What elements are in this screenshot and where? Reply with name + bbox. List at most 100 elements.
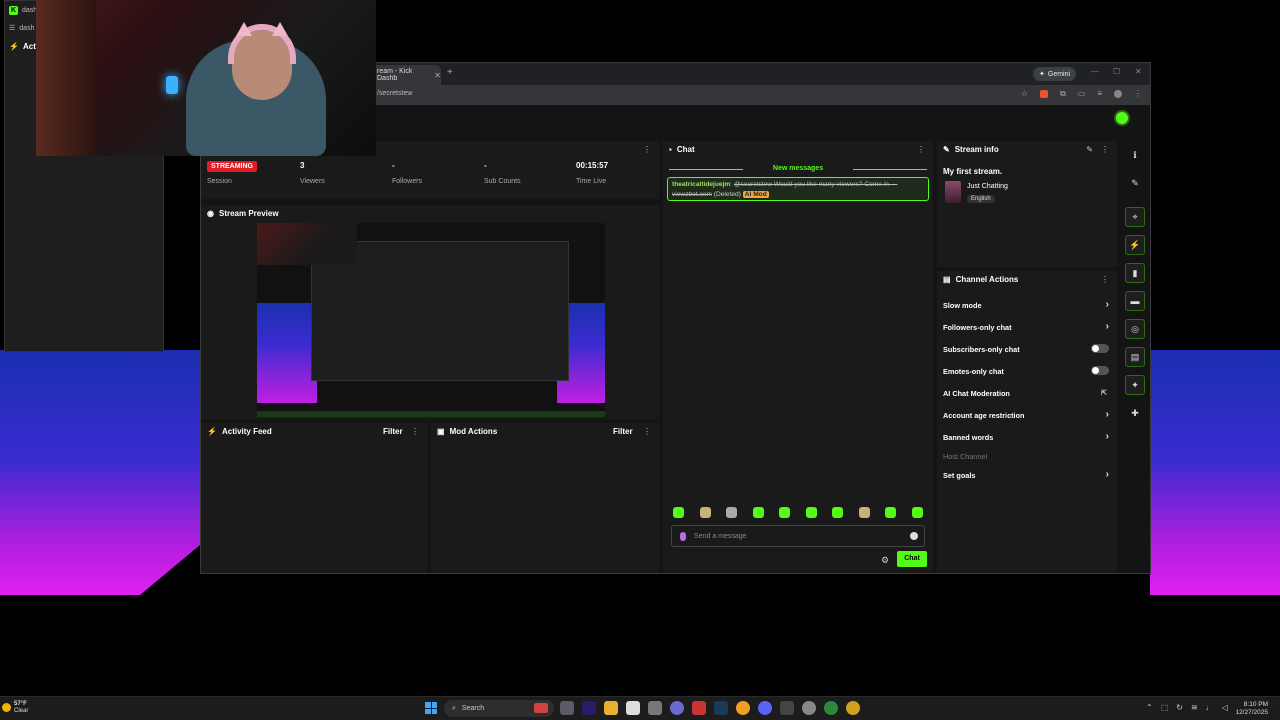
maximize-icon[interactable]: ☐ [1113,67,1120,76]
layout-icon[interactable]: ▤ [1125,347,1145,367]
emote-icon[interactable] [832,507,844,518]
target-icon[interactable]: ⌖ [1125,207,1145,227]
extensions-puzzle-icon[interactable]: ⧉ [1060,89,1066,99]
more-menu-icon[interactable]: ⋮ [1134,89,1142,99]
send-chat-button[interactable]: Chat [897,551,927,567]
gemini-button[interactable]: ✦ Gemini [1033,67,1077,81]
clock-time: 8:10 PM [1243,701,1268,708]
activity-more-icon[interactable]: ⋮ [411,427,419,436]
cast-icon[interactable]: ▭ [1078,89,1086,99]
action-label: Banned words [943,433,994,442]
clipboard-icon[interactable]: ▮ [1125,263,1145,283]
emote-icon[interactable] [779,507,791,518]
volume-icon[interactable]: ◁ [1222,703,1228,712]
chrome-profile-icon[interactable] [846,701,860,715]
chat-settings-gear-icon[interactable]: ⚙ [881,555,889,566]
profile-avatar-icon[interactable] [1114,90,1122,98]
bolt-icon[interactable]: ⚡ [1125,235,1145,255]
wrench-icon[interactable]: ✦ [1125,375,1145,395]
sync-icon[interactable]: ↻ [1176,703,1183,712]
viewers-value: 3 [300,161,305,170]
tab-kick-dashboard[interactable]: ream - Kick Dashb ✕ [371,65,441,85]
chrome-icon[interactable] [736,701,750,715]
pencil-icon[interactable]: ✎ [1125,173,1145,193]
chevron-up-icon[interactable]: ⌃ [1146,703,1153,712]
start-windows-icon[interactable] [425,702,437,714]
system-clock[interactable]: 8:10 PM 12/27/2025 [1235,701,1268,717]
weather-widget[interactable]: 57°F Clear [2,701,28,715]
emote-icon[interactable] [885,507,897,518]
mic-icon[interactable] [680,531,686,541]
stream-preview-video[interactable] [257,223,605,417]
preview-webcam [257,223,357,265]
emote-icon[interactable] [699,507,711,518]
emote-icon[interactable] [752,507,764,518]
emote-icon[interactable] [911,507,923,518]
emotes-only-toggle[interactable] [1091,366,1109,375]
calendar-icon[interactable] [626,701,640,715]
tab-title: ream - Kick Dashb [377,68,413,82]
app-grid-icon[interactable] [780,701,794,715]
stats-more-icon[interactable]: ⋮ [643,145,651,154]
steam-icon[interactable] [714,701,728,715]
emote-icon[interactable] [726,507,738,518]
mic-tray-icon[interactable]: ♩ [1206,703,1214,712]
chat-message[interactable]: theatricaltidejuejm: @secretstew Would y… [667,177,929,201]
action-account-age[interactable]: Account age restriction › [943,409,1111,420]
new-messages-divider[interactable]: New messages [669,165,927,172]
emote-icon[interactable] [858,507,870,518]
task-view-icon[interactable] [560,701,574,715]
subscribers-only-toggle[interactable] [1091,344,1109,353]
emoji-picker-icon[interactable] [910,532,918,540]
action-followers-only[interactable]: Followers-only chat › [943,321,1111,332]
minimize-icon[interactable]: — [1091,67,1099,76]
bookmark-star-icon[interactable]: ☆ [1021,89,1028,99]
toolbar-icons: ☆ ⧉ ▭ ≡ ⋮ [1021,89,1142,99]
chat-icon[interactable]: ▬ [1125,291,1145,311]
notepad-icon[interactable] [648,701,662,715]
action-slow-mode[interactable]: Slow mode › [943,299,1111,310]
media-icon[interactable]: ≡ [1097,89,1102,99]
discord-icon[interactable] [758,701,772,715]
emote-icon[interactable] [673,507,684,518]
mod-more-icon[interactable]: ⋮ [643,427,651,436]
viewers-label: Viewers [300,178,325,185]
bolt-icon: ⚡ [9,41,19,51]
taskbar-search[interactable]: ⌕ Search [444,700,554,717]
wifi-icon[interactable]: ≋ [1191,703,1198,712]
channel-actions-more-icon[interactable]: ⋮ [1101,275,1109,284]
broadcast-icon[interactable]: ◎ [1125,319,1145,339]
chevron-right-icon: › [1105,469,1109,480]
close-tab-icon[interactable]: ✕ [434,71,441,80]
network-icon[interactable]: ⬚ [1161,703,1169,712]
url-text[interactable]: /secretstew [377,90,412,97]
browser-active-icon[interactable] [824,701,838,715]
chat-more-icon[interactable]: ⋮ [917,145,925,154]
chat-message-input[interactable]: Send a message [671,525,925,547]
user-avatar[interactable] [1114,110,1130,126]
mod-filter-button[interactable]: Filter [613,427,633,436]
add-widget-icon[interactable]: ✚ [1125,403,1145,423]
activity-filter-button[interactable]: Filter [383,427,403,436]
close-window-icon[interactable]: ✕ [1135,67,1142,76]
file-explorer-icon[interactable] [604,701,618,715]
new-tab-icon[interactable]: + [447,67,453,78]
wrench-icon: ✎ [943,144,950,154]
webcam-cat-ear-right [272,22,288,36]
settings-icon[interactable] [802,701,816,715]
menu-icon[interactable]: ☰ [9,24,15,32]
action-set-goals[interactable]: Set goals › [943,469,1111,480]
action-ai-moderation[interactable]: AI Chat Moderation ⇱ [943,389,1111,398]
edit-pencil-icon[interactable]: ✎ [1086,145,1093,154]
sparkle-icon: ✦ [1039,71,1045,78]
chat-username[interactable]: theatricaltidejuejm [672,181,730,188]
obs-icon[interactable] [670,701,684,715]
premiere-icon[interactable] [582,701,596,715]
stream-info-more-icon[interactable]: ⋮ [1101,145,1109,154]
action-banned-words[interactable]: Banned words › [943,431,1111,442]
action-label: Followers-only chat [943,323,1012,332]
emote-icon[interactable] [805,507,817,518]
info-icon[interactable]: ℹ [1125,145,1145,165]
amd-icon[interactable] [692,701,706,715]
extension-icon[interactable] [1040,90,1049,98]
